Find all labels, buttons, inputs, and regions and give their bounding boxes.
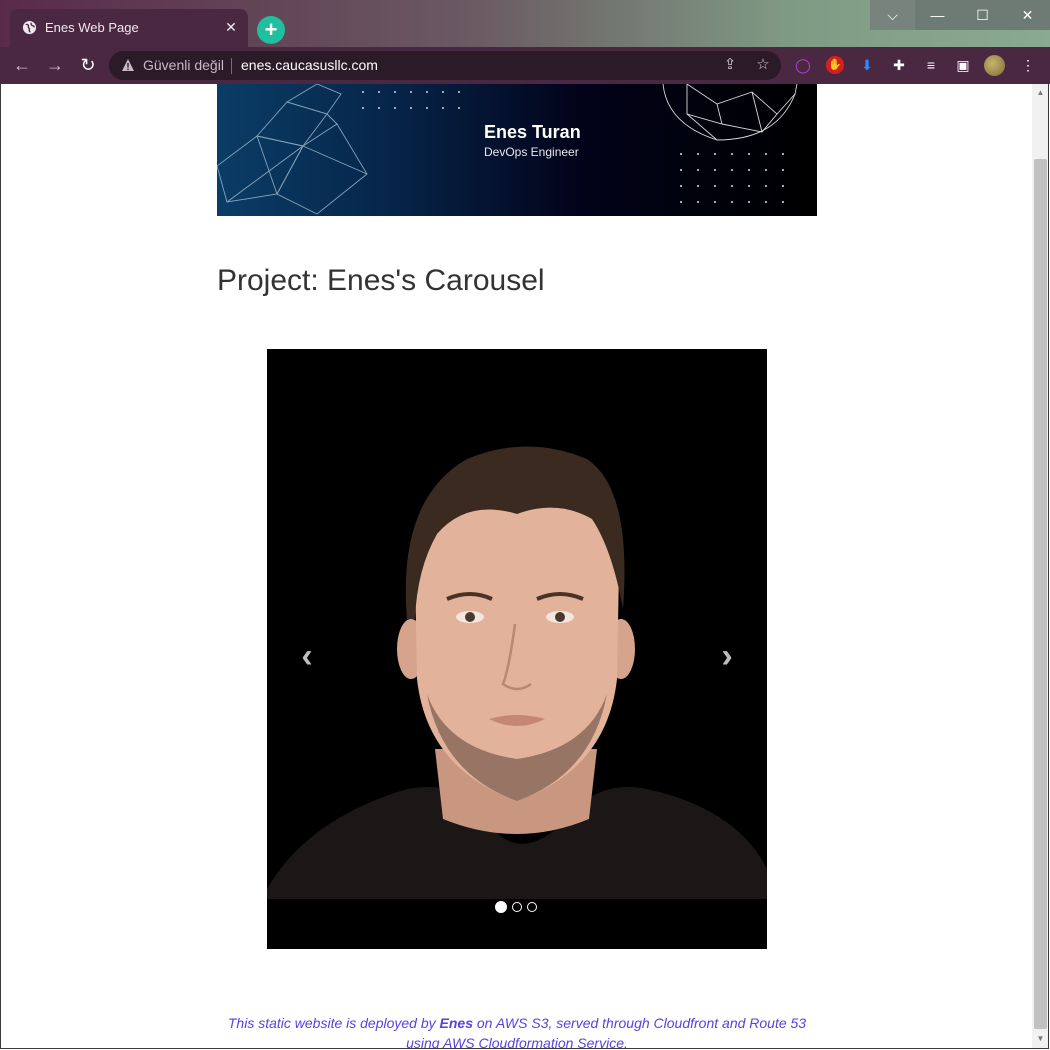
footer-text-part1: This static website is deployed by [227, 1015, 440, 1031]
window-controls: ⌵ — ☐ ✕ [870, 0, 1050, 30]
scroll-up-icon[interactable]: ▲ [1036, 88, 1045, 97]
banner-role: DevOps Engineer [484, 145, 579, 159]
banner-name: Enes Turan [484, 122, 581, 142]
share-icon[interactable]: ⇪ [721, 56, 739, 74]
carousel-slide-photo [267, 349, 767, 949]
carousel-indicator-1[interactable] [495, 901, 507, 913]
carousel-indicator-2[interactable] [512, 902, 522, 912]
browser-toolbar: ← → ↻ Güvenli değil enes.caucasusllc.com… [0, 47, 1050, 84]
download-icon[interactable]: ⬇ [858, 56, 876, 74]
carousel-next-button[interactable]: › [712, 639, 742, 675]
header-banner: Enes Turan DevOps Engineer [217, 84, 817, 216]
image-carousel[interactable]: ‹ › [267, 349, 767, 949]
close-window-button[interactable]: ✕ [1005, 0, 1050, 30]
globe-icon [22, 20, 37, 35]
browser-tab[interactable]: Enes Web Page ✕ [10, 9, 248, 47]
tab-title: Enes Web Page [45, 20, 139, 35]
opera-icon[interactable]: ◯ [794, 56, 812, 74]
avatar[interactable] [984, 55, 1005, 76]
scroll-thumb[interactable] [1034, 159, 1047, 1029]
star-icon[interactable]: ☆ [754, 56, 772, 74]
page-viewport: Enes Turan DevOps Engineer Project: Enes… [1, 84, 1032, 1049]
footer-text: This static website is deployed by Enes … [217, 1013, 817, 1049]
omnibox-divider [231, 58, 232, 74]
reload-button[interactable]: ↻ [76, 53, 100, 77]
kebab-menu-icon[interactable]: ⋮ [1019, 56, 1037, 74]
new-tab-button[interactable]: + [257, 16, 285, 44]
warning-icon[interactable] [121, 58, 135, 72]
media-icon[interactable]: ≡ [922, 56, 940, 74]
tab-strip: Enes Web Page ✕ + ⌵ — ☐ ✕ [0, 0, 1050, 47]
scroll-down-icon[interactable]: ▼ [1036, 1034, 1045, 1043]
carousel-indicator-3[interactable] [527, 902, 537, 912]
puzzle-icon[interactable]: ✚ [890, 56, 908, 74]
carousel-prev-button[interactable]: ‹ [292, 639, 322, 675]
tab-search-button[interactable]: ⌵ [870, 0, 915, 30]
carousel-indicators [495, 901, 537, 913]
vertical-scrollbar[interactable]: ▲ ▼ [1032, 84, 1049, 1049]
maximize-button[interactable]: ☐ [960, 0, 1005, 30]
footer-author: Enes [439, 1015, 473, 1031]
forward-button[interactable]: → [43, 53, 67, 77]
security-label[interactable]: Güvenli değil [143, 57, 224, 73]
sidepanel-icon[interactable]: ▣ [954, 56, 972, 74]
address-bar[interactable]: Güvenli değil enes.caucasusllc.com ⇪ ☆ [109, 51, 781, 80]
tab-close-icon[interactable]: ✕ [222, 18, 240, 36]
url-text[interactable]: enes.caucasusllc.com [241, 57, 378, 73]
back-button[interactable]: ← [10, 53, 34, 77]
adblock-icon[interactable]: ✋ [826, 56, 844, 74]
page-title: Project: Enes's Carousel [217, 264, 545, 297]
minimize-button[interactable]: — [915, 0, 960, 30]
